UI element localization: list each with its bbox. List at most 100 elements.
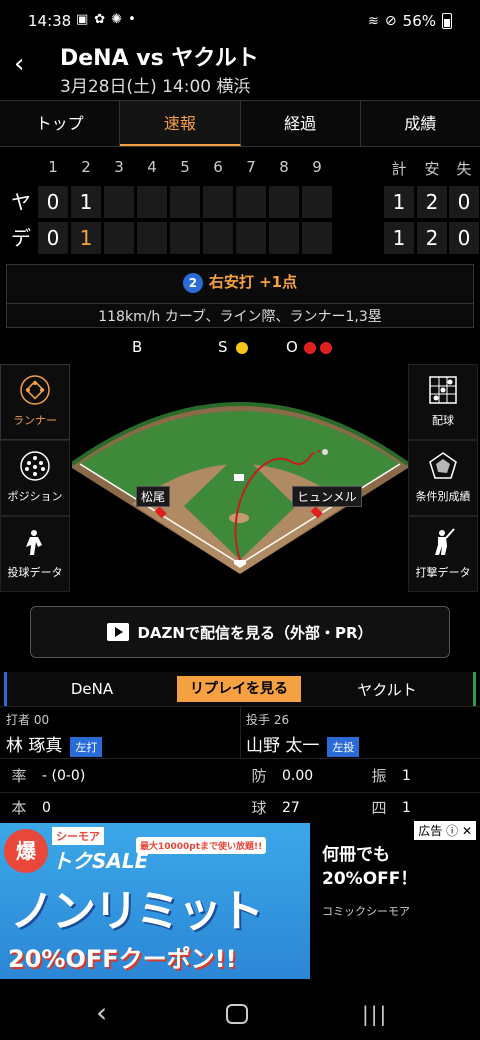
runner-label-first: ヒュンメル (292, 486, 362, 507)
score-cell (302, 222, 332, 254)
ad-image[interactable]: 爆 シーモア トクSALE 最大10000ptまで使い放題!! ノンリミット 2… (0, 823, 310, 979)
home-nav-icon[interactable] (226, 1004, 248, 1024)
back-arrow-icon[interactable]: ‹ (14, 51, 38, 77)
game-datetime: 3月28日(土) 14:00 横浜 (60, 77, 251, 97)
ad-banner[interactable]: 爆 シーモア トクSALE 最大10000ptまで使い放題!! ノンリミット 2… (0, 817, 480, 983)
pitcher-name[interactable]: 山野 太一 (246, 736, 319, 756)
second-base (234, 474, 244, 481)
scoreboard-header: 1 2 3 4 5 6 7 8 9 計 安 失 (0, 158, 480, 182)
score-cell: 1 (71, 186, 101, 218)
game-header: ‹ DeNA vs ヤクルト 3月28日(土) 14:00 横浜 (0, 36, 480, 100)
tab-live[interactable]: 速報 (120, 101, 241, 146)
play-detail: 118km/h カーブ、ライン際、ランナー1,3塁 (7, 303, 473, 326)
inning-9-header: 9 (312, 158, 322, 176)
team-switch-bar: DeNA リプレイを見る ヤクルト (4, 672, 476, 706)
close-icon[interactable]: ✕ (462, 824, 472, 838)
replay-button[interactable]: リプレイを見る (177, 676, 301, 702)
ad-sale-title: トクSALE (52, 849, 149, 873)
out-dot (304, 342, 316, 354)
tab-top[interactable]: トップ (0, 101, 121, 146)
batter-hand-tag: 左打 (70, 736, 103, 757)
runs-header: 計 (391, 160, 407, 178)
inning-4-header: 4 (147, 158, 157, 176)
play-summary: 2 右安打 +1点 118km/h カーブ、ライン際、ランナー1,3塁 (6, 264, 474, 328)
inning-7-header: 7 (246, 158, 256, 176)
sync-icon: ✿ (94, 12, 106, 27)
score-cell (203, 186, 233, 218)
menu-position[interactable]: ポジション (0, 440, 70, 516)
stat-key: 球 (251, 799, 267, 817)
batter-name-row: 林 琢真 左打 (6, 731, 103, 757)
outs-label: O (286, 338, 298, 356)
menu-runner-label: ランナー (13, 414, 57, 427)
ad-points: 最大10000ptまで使い放題!! (136, 837, 267, 854)
stat-row: 率 - (0-0) 防 0.00 振 1 (0, 758, 480, 792)
recents-nav-icon[interactable]: ||| (362, 1002, 388, 1026)
hits-header: 安 (424, 160, 440, 178)
runner-diamond-icon (20, 375, 50, 405)
score-cell (236, 222, 266, 254)
batter-icon (435, 528, 455, 555)
strike-dot (236, 342, 248, 354)
stat-value: 1 (402, 768, 411, 784)
ad-explode-badge: 爆 (4, 829, 48, 873)
tab-bar: トップ 速報 経過 成績 (0, 100, 480, 147)
pitchers-mound (229, 513, 249, 523)
stat-key: 防 (251, 767, 267, 785)
inning-3-header: 3 (114, 158, 124, 176)
ad-label[interactable]: 広告 ⓘ ✕ (414, 821, 476, 840)
stat-key: 本 (11, 799, 27, 817)
balls-label: B (132, 338, 143, 356)
dazn-button-label: DAZNで配信を見る（外部・PR） (137, 623, 373, 642)
batter-label: 打者 00 (6, 713, 50, 727)
pitcher-hand-tag: 左投 (327, 736, 360, 757)
batter-name[interactable]: 林 琢真 (6, 736, 62, 756)
menu-split-stats[interactable]: 条件別成績 (408, 440, 478, 516)
stat-key: 四 (371, 799, 387, 817)
total-hits: 2 (417, 186, 447, 218)
ball-count: B S O (0, 338, 480, 358)
menu-runner[interactable]: ランナー (0, 364, 70, 440)
tab-progress[interactable]: 経過 (241, 101, 361, 146)
pitch-grid-icon (429, 376, 457, 404)
back-nav-icon[interactable]: ‹ (96, 996, 107, 1029)
ad-advertiser: コミックシーモア (322, 905, 410, 918)
score-cell (137, 222, 167, 254)
ad-coupon-text: 20%OFFクーポン!! (8, 945, 237, 973)
score-cell (269, 222, 299, 254)
pitcher-label: 投手 26 (246, 713, 290, 727)
runner-label-third: 松尾 (136, 486, 171, 507)
scoreboard-row-away: ヤ 0 1 1 2 0 (0, 186, 480, 220)
score-cell: 0 (38, 186, 68, 218)
menu-split-stats-label: 条件別成績 (415, 490, 471, 503)
stat-value: 1 (402, 800, 411, 816)
scoreboard-row-home: デ 0 1 1 2 0 (0, 222, 480, 256)
tab-stats[interactable]: 成績 (361, 101, 480, 146)
inning-6-header: 6 (213, 158, 223, 176)
play-icon (107, 623, 130, 641)
dazn-stream-button[interactable]: DAZNで配信を見る（外部・PR） (30, 606, 450, 658)
team-dena-tab[interactable]: DeNA (7, 680, 177, 698)
score-cell (269, 186, 299, 218)
menu-batting-data[interactable]: 打撃データ (408, 516, 478, 592)
score-cell (170, 186, 200, 218)
inning-2-header: 2 (81, 158, 91, 176)
radar-chart-icon (429, 452, 457, 479)
inning-8-header: 8 (279, 158, 289, 176)
pitcher-icon (26, 530, 42, 555)
score-cell (203, 222, 233, 254)
ball-landing (322, 449, 328, 455)
stat-value: 0 (42, 800, 51, 816)
ad-headline-1: 何冊でも (322, 845, 390, 865)
pitcher-name-row: 山野 太一 左投 (246, 731, 360, 757)
out-dot (320, 342, 332, 354)
menu-pitch-data[interactable]: 投球データ (0, 516, 70, 592)
team-yakult-tab[interactable]: ヤクルト (301, 679, 473, 700)
team-label-home: デ (11, 226, 31, 250)
menu-position-label: ポジション (7, 490, 63, 503)
menu-batting-data-label: 打撃データ (415, 566, 471, 579)
play-headline-row: 2 右安打 +1点 (7, 271, 473, 293)
menu-pitch-location[interactable]: 配球 (408, 364, 478, 440)
status-time: 14:38 (28, 12, 72, 30)
system-nav-bar: ‹ ||| (0, 990, 480, 1040)
